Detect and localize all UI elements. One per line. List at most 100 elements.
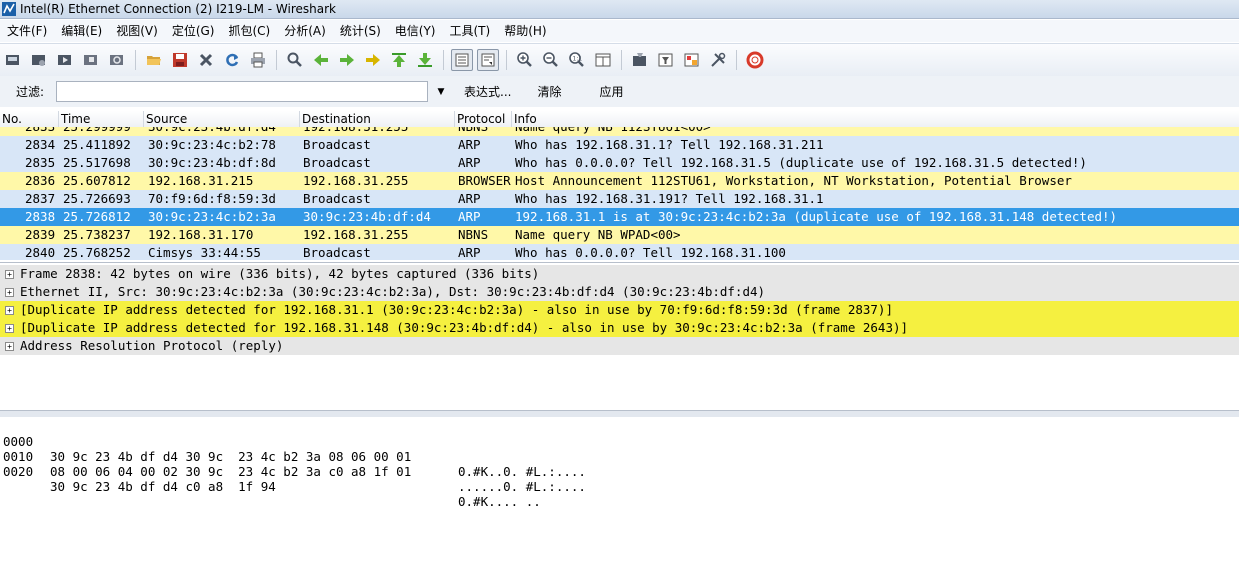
help-icon[interactable] — [744, 49, 766, 71]
menu-edit[interactable]: 编辑(E) — [54, 20, 109, 42]
packet-protocol: NBNS — [458, 127, 514, 136]
packet-row[interactable]: 2833 25.299999 30:9c:23:4b:df:d4 192.168… — [0, 127, 1239, 136]
menu-view[interactable]: 视图(V) — [109, 20, 165, 42]
last-packet-icon[interactable] — [414, 49, 436, 71]
expand-plus-icon[interactable]: + — [5, 288, 14, 297]
packet-no: 2836 — [25, 173, 56, 188]
menu-help[interactable]: 帮助(H) — [497, 20, 553, 42]
expand-plus-icon[interactable]: + — [5, 324, 14, 333]
detail-text: [Duplicate IP address detected for 192.1… — [20, 302, 893, 317]
packet-protocol: ARP — [458, 155, 481, 170]
packet-info: Who has 192.168.31.191? Tell 192.168.31.… — [515, 191, 824, 206]
packet-info: Who has 192.168.31.1? Tell 192.168.31.21… — [515, 137, 824, 152]
hex-ascii[interactable]: ......0. #L.:.... — [458, 479, 586, 494]
expand-plus-icon[interactable]: + — [5, 342, 14, 351]
packet-no: 2834 — [25, 137, 56, 152]
go-to-packet-icon[interactable] — [362, 49, 384, 71]
colorize-icon[interactable] — [451, 49, 473, 71]
packet-time: 25.299999 — [63, 127, 143, 136]
expand-plus-icon[interactable]: + — [5, 270, 14, 279]
packet-time: 25.738237 — [63, 227, 131, 242]
autoscroll-icon[interactable] — [477, 49, 499, 71]
open-file-icon[interactable] — [143, 49, 165, 71]
reload-icon[interactable] — [221, 49, 243, 71]
packet-time: 25.768252 — [63, 245, 131, 260]
packet-row[interactable]: 2834 25.411892 30:9c:23:4c:b2:78 Broadca… — [0, 136, 1239, 154]
zoom-normal-icon[interactable]: 1:1 — [566, 49, 588, 71]
packet-no: 2840 — [25, 245, 56, 260]
coloring-rules-icon[interactable] — [681, 49, 703, 71]
hex-bytes[interactable]: 30 9c 23 4b df d4 c0 a8 1f 94 — [50, 479, 276, 494]
menu-file[interactable]: 文件(F) — [0, 20, 54, 42]
detail-row-duplicate-warning[interactable]: + [Duplicate IP address detected for 192… — [0, 301, 1239, 319]
filter-input[interactable] — [56, 81, 428, 102]
packet-protocol: ARP — [458, 137, 481, 152]
resize-columns-icon[interactable] — [592, 49, 614, 71]
start-capture-icon[interactable] — [54, 49, 76, 71]
apply-button[interactable]: 应用 — [593, 83, 629, 100]
expand-plus-icon[interactable]: + — [5, 306, 14, 315]
stop-capture-icon[interactable] — [80, 49, 102, 71]
packet-row[interactable]: 2840 25.768252 Cimsys 33:44:55 Broadcast… — [0, 244, 1239, 260]
restart-capture-icon[interactable] — [106, 49, 128, 71]
preferences-icon[interactable] — [707, 49, 729, 71]
save-file-icon[interactable] — [169, 49, 191, 71]
packet-time: 25.726693 — [63, 191, 131, 206]
packet-source: Cimsys 33:44:55 — [148, 245, 261, 260]
packet-info: Who has 0.0.0.0? Tell 192.168.31.5 (dupl… — [515, 155, 1087, 170]
options-icon[interactable] — [28, 49, 50, 71]
first-packet-icon[interactable] — [388, 49, 410, 71]
menu-tools[interactable]: 工具(T) — [443, 20, 498, 42]
packet-info: Who has 0.0.0.0? Tell 192.168.31.100 — [515, 245, 786, 260]
detail-row-ethernet[interactable]: + Ethernet II, Src: 30:9c:23:4c:b2:3a (3… — [0, 283, 1239, 301]
detail-row-duplicate-warning[interactable]: + [Duplicate IP address detected for 192… — [0, 319, 1239, 337]
clear-button[interactable]: 清除 — [531, 83, 567, 100]
go-back-icon[interactable] — [310, 49, 332, 71]
filter-dropdown-icon[interactable]: ▼ — [432, 87, 450, 97]
packet-source: 192.168.31.215 — [148, 173, 254, 188]
close-file-icon[interactable] — [195, 49, 217, 71]
column-header-time[interactable]: Time — [59, 111, 144, 127]
column-header-protocol[interactable]: Protocol — [455, 111, 512, 127]
capture-filters-icon[interactable] — [629, 49, 651, 71]
column-header-source[interactable]: Source — [144, 111, 300, 127]
window-title: Intel(R) Ethernet Connection (2) I219-LM… — [20, 2, 336, 16]
packet-time: 25.517698 — [63, 155, 131, 170]
packet-row[interactable]: 2836 25.607812 192.168.31.215 192.168.31… — [0, 172, 1239, 190]
packet-source: 70:f9:6d:f8:59:3d — [148, 191, 276, 206]
menu-capture[interactable]: 抓包(C) — [221, 20, 277, 42]
packet-source: 30:9c:23:4c:b2:3a — [148, 209, 276, 224]
menu-go[interactable]: 定位(G) — [165, 20, 222, 42]
detail-text: Frame 2838: 42 bytes on wire (336 bits),… — [20, 266, 540, 281]
packet-row-selected[interactable]: 2838 25.726812 30:9c:23:4c:b2:3a 30:9c:2… — [0, 208, 1239, 226]
hex-row: 0020 30 9c 23 4b df d4 c0 a8 1f 94 0.#K.… — [0, 449, 1239, 509]
detail-row-frame[interactable]: + Frame 2838: 42 bytes on wire (336 bits… — [0, 265, 1239, 283]
hex-bytes[interactable]: 08 00 06 04 00 02 30 9c 23 4c b2 3a c0 a… — [50, 464, 411, 479]
find-packet-icon[interactable] — [284, 49, 306, 71]
print-icon[interactable] — [247, 49, 269, 71]
zoom-in-icon[interactable] — [514, 49, 536, 71]
zoom-out-icon[interactable] — [540, 49, 562, 71]
packet-no: 2837 — [25, 191, 56, 206]
display-filters-icon[interactable] — [655, 49, 677, 71]
packet-row[interactable]: 2837 25.726693 70:f9:6d:f8:59:3d Broadca… — [0, 190, 1239, 208]
packet-row[interactable]: 2835 25.517698 30:9c:23:4b:df:8d Broadca… — [0, 154, 1239, 172]
packet-info: Name query NB WPAD<00> — [515, 227, 681, 242]
packet-destination: 192.168.31.255 — [303, 173, 409, 188]
go-forward-icon[interactable] — [336, 49, 358, 71]
hex-ascii[interactable]: 0.#K.... .. — [458, 494, 541, 509]
column-header-no[interactable]: No. — [0, 111, 59, 127]
column-header-info[interactable]: Info — [512, 111, 1239, 127]
menu-telephony[interactable]: 电信(Y) — [388, 20, 443, 42]
hex-ascii[interactable]: 0.#K..0. #L.:.... — [458, 464, 586, 479]
detail-row-arp[interactable]: + Address Resolution Protocol (reply) — [0, 337, 1239, 355]
packet-no: 2833 — [25, 127, 59, 136]
packet-list: 2833 25.299999 30:9c:23:4b:df:d4 192.168… — [0, 127, 1239, 260]
menu-analyze[interactable]: 分析(A) — [277, 20, 333, 42]
toolbar-separator — [276, 50, 277, 70]
interfaces-icon[interactable] — [2, 49, 24, 71]
column-header-destination[interactable]: Destination — [300, 111, 455, 127]
packet-row[interactable]: 2839 25.738237 192.168.31.170 192.168.31… — [0, 226, 1239, 244]
menu-statistics[interactable]: 统计(S) — [333, 20, 388, 42]
expression-button[interactable]: 表达式... — [458, 83, 517, 100]
